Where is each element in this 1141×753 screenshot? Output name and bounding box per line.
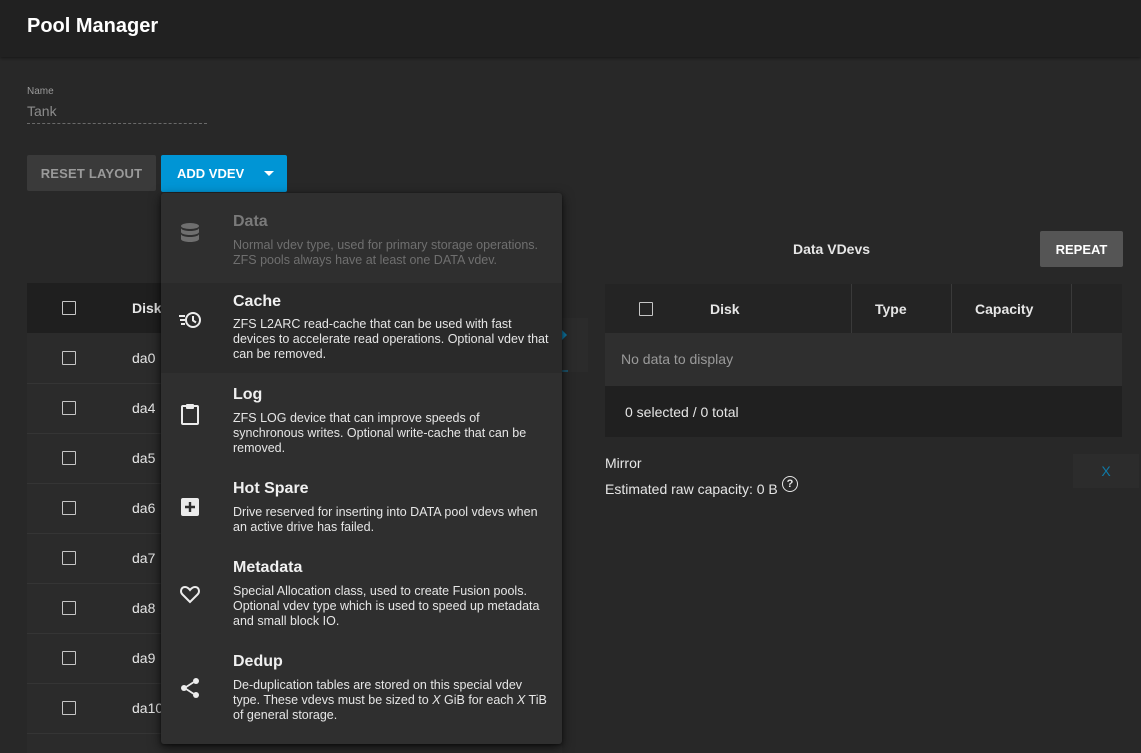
share-icon [181, 678, 199, 698]
menu-item-cache[interactable]: Cache ZFS L2ARC read-cache that can be u… [161, 283, 562, 373]
disk-cell: da7 [132, 550, 156, 566]
estimated-capacity: Estimated raw capacity: 0 B [605, 481, 778, 497]
disk-cell: da9 [132, 650, 156, 666]
select-all-checkbox[interactable] [639, 302, 653, 316]
column-divider [951, 284, 952, 333]
disk-cell: da5 [132, 450, 156, 466]
page-header: Pool Manager [0, 0, 1141, 57]
menu-item-title: Cache [233, 293, 282, 310]
database-icon [181, 223, 199, 242]
table-header: Disk Type Capacity [605, 284, 1122, 333]
name-input[interactable]: Tank [27, 103, 57, 119]
menu-item-description: Drive reserved for inserting into DATA p… [233, 505, 538, 534]
disk-cell: da4 [132, 400, 156, 416]
row-checkbox[interactable] [62, 701, 76, 715]
menu-item-title: Metadata [233, 559, 303, 576]
empty-message: No data to display [621, 351, 734, 367]
add-vdev-button[interactable]: ADD VDEV [161, 155, 287, 192]
column-header-capacity[interactable]: Capacity [975, 301, 1033, 317]
column-header-type[interactable]: Type [875, 301, 907, 317]
heart-icon [180, 585, 200, 604]
disk-cell: da8 [132, 600, 156, 616]
row-checkbox[interactable] [62, 451, 76, 465]
help-icon[interactable]: ? [782, 476, 798, 492]
reset-layout-button[interactable]: RESET LAYOUT [27, 155, 156, 191]
add-vdev-label: ADD VDEV [177, 166, 245, 181]
row-checkbox[interactable] [62, 501, 76, 515]
menu-item-description: ZFS LOG device that can improve speeds o… [233, 411, 527, 455]
add-vdev-menu: Data Normal vdev type, used for primary … [161, 193, 562, 744]
remove-vdev-button[interactable]: X [1073, 454, 1139, 488]
selection-count: 0 selected / 0 total [625, 404, 739, 420]
repeat-button[interactable]: REPEAT [1040, 231, 1123, 267]
vdev-layout-label: Mirror [605, 455, 642, 471]
row-checkbox[interactable] [62, 401, 76, 415]
column-divider [1071, 284, 1072, 333]
dedup-desc-x1: X [432, 693, 441, 707]
row-checkbox[interactable] [62, 551, 76, 565]
clipboard-icon [181, 404, 199, 425]
page-title: Pool Manager [27, 15, 159, 37]
data-vdevs-title: Data VDevs [793, 241, 871, 257]
disk-cell: da10 [132, 700, 164, 716]
disk-cell: da6 [132, 500, 156, 516]
select-all-checkbox[interactable] [62, 301, 76, 315]
menu-item-data[interactable]: Data Normal vdev type, used for primary … [161, 193, 562, 283]
row-checkbox[interactable] [62, 651, 76, 665]
name-underline [27, 123, 207, 124]
menu-item-hot-spare[interactable]: Hot Spare Drive reserved for inserting i… [161, 467, 562, 546]
menu-item-description: De-duplication tables are stored on this… [233, 678, 551, 723]
clock-cache-icon [179, 312, 201, 328]
menu-item-title: Data [233, 213, 268, 230]
table-footer: 0 selected / 0 total [605, 386, 1122, 437]
menu-item-title: Log [233, 386, 263, 403]
plus-box-icon [181, 498, 199, 516]
row-checkbox[interactable] [62, 351, 76, 365]
caret-down-icon[interactable] [264, 171, 274, 176]
column-header-disk[interactable]: Disk [710, 301, 740, 317]
column-divider [851, 284, 852, 333]
menu-item-description: Special Allocation class, used to create… [233, 584, 540, 628]
dedup-desc-mid: GiB for each [440, 693, 517, 707]
menu-item-dedup[interactable]: Dedup De-duplication tables are stored o… [161, 640, 562, 744]
data-vdevs-table: Disk Type Capacity No data to display 0 … [605, 284, 1122, 437]
menu-item-description: ZFS L2ARC read-cache that can be used wi… [233, 317, 549, 361]
menu-item-title: Dedup [233, 653, 283, 670]
menu-item-title: Hot Spare [233, 480, 309, 497]
menu-item-log[interactable]: Log ZFS LOG device that can improve spee… [161, 373, 562, 467]
disk-cell: da0 [132, 350, 156, 366]
name-label: Name [27, 86, 54, 97]
row-checkbox[interactable] [62, 601, 76, 615]
column-header-disk[interactable]: Disk [132, 300, 162, 316]
menu-item-metadata[interactable]: Metadata Special Allocation class, used … [161, 546, 562, 640]
menu-item-description: Normal vdev type, used for primary stora… [233, 238, 538, 267]
